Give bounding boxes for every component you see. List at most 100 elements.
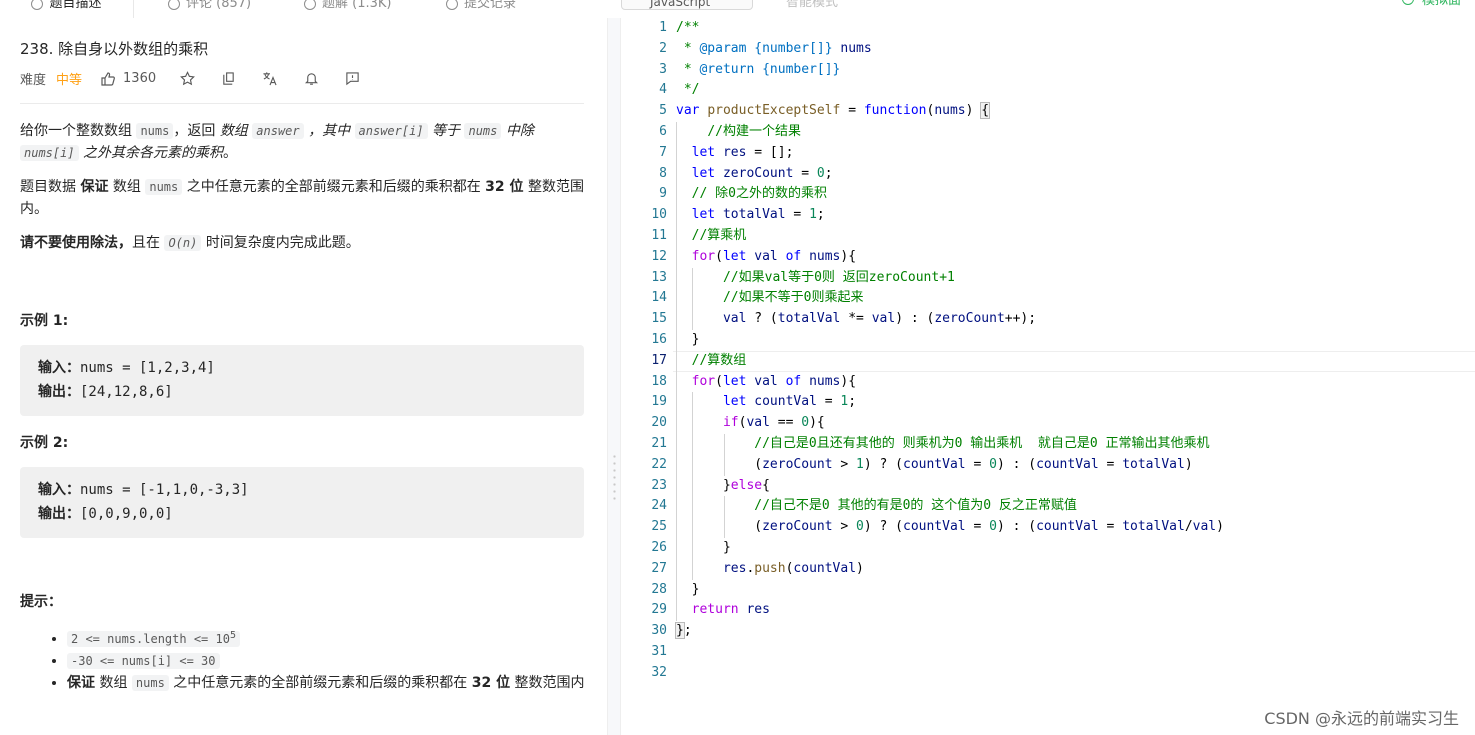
line-number: 5 (659, 103, 667, 119)
pane-splitter[interactable] (607, 18, 621, 735)
feedback-button[interactable] (345, 71, 360, 86)
line-number: 23 (651, 477, 667, 493)
text: 32 位 (485, 179, 524, 195)
code-line: let res = []; (676, 142, 1466, 164)
text: 数组 (99, 675, 128, 691)
input-label: 输入： (38, 482, 80, 498)
tab-solutions[interactable]: 题解 (1.3K) (304, 0, 391, 17)
hint-text: 2 <= nums.length <= 10 (71, 632, 230, 646)
tab-submissions[interactable]: 提交记录 (446, 0, 516, 17)
input-value: nums = [1,2,3,4] (80, 360, 215, 376)
star-icon (180, 71, 196, 86)
line-number-current: 17 (651, 352, 667, 368)
mode-select-label: 智能模式 (786, 0, 839, 10)
line-number: 16 (651, 331, 667, 347)
line-number: 3 (659, 61, 667, 77)
hint-item: 保证 数组 nums 之中任意元素的全部前缀元素和后缀的乘积都在 32 位 整数… (67, 673, 586, 694)
inline-code: O(n) (164, 235, 202, 251)
code-line: let countVal = 1; (676, 392, 1466, 414)
code-line: //自己是0且还有其他的 则乘机为0 输出乘机 就自己是0 正常输出其他乘机 (676, 433, 1466, 455)
code-line: // 除0之外的数的乘积 (676, 184, 1466, 206)
inline-code: nums (136, 123, 174, 139)
text: 题目数据 (20, 179, 76, 195)
example-1-box: 输入：nums = [1,2,3,4] 输出：[24,12,8,6] (20, 345, 584, 416)
line-number: 20 (651, 415, 667, 431)
tab-comments[interactable]: 评论 (857) (168, 0, 251, 17)
code-line: let zeroCount = 0; (676, 163, 1466, 185)
language-select[interactable]: JavaScript (621, 0, 753, 10)
solution-icon (304, 0, 316, 10)
inline-code: -30 <= nums[i] <= 30 (67, 653, 220, 669)
output-value: [24,12,8,6] (80, 384, 173, 400)
line-number: 13 (651, 269, 667, 285)
code-editor[interactable]: 1 2 3 4 5 6 7 8 9 10 11 12 13 14 15 16 1… (621, 18, 1475, 735)
text: 保证 (67, 675, 95, 691)
problem-description-pane: 238. 除自身以外数组的乘积 难度 中等 1360 给你一个整数数组 nums… (0, 18, 607, 735)
line-number: 2 (659, 40, 667, 56)
text: 数组 (112, 179, 141, 195)
line-number: 1 (659, 20, 667, 35)
line-number: 8 (659, 165, 667, 181)
watermark: CSDN @永远的前端实习生 (1264, 709, 1459, 728)
line-number: 27 (651, 560, 667, 576)
share-icon (223, 72, 234, 85)
input-value: nums = [-1,1,0,-3,3] (80, 482, 249, 498)
code-line: //自己不是0 其他的有是0的 这个值为0 反之正常赋值 (676, 496, 1466, 518)
text: 。 (223, 145, 238, 161)
mode-select[interactable]: 智能模式 (786, 0, 838, 10)
drag-handle-icon[interactable] (613, 453, 616, 503)
like-count: 1360 (123, 71, 157, 86)
line-number: 22 (651, 456, 667, 472)
text: ，其中 (308, 123, 351, 139)
code-line: */ (676, 82, 700, 98)
code-line: }; (675, 622, 692, 640)
tab-description-label: 题目描述 (49, 0, 102, 11)
text: 保证 (80, 179, 109, 195)
input-label: 输入： (38, 360, 80, 376)
code-line: } (676, 537, 1466, 559)
code-line: return res (676, 600, 1466, 622)
text: 等于 (432, 123, 461, 139)
share-button[interactable] (221, 71, 236, 86)
code-line: let totalVal = 1; (676, 205, 1466, 226)
code-line: var productExceptSelf = function(nums) { (676, 102, 991, 120)
code-line: }else{ (676, 475, 1466, 497)
mock-interview-button[interactable]: 模拟面 (1402, 0, 1461, 8)
code-text-area[interactable]: /** * @param {number[]} nums * @return {… (673, 18, 1475, 684)
line-number: 9 (659, 186, 667, 202)
problem-meta-bar: 难度 中等 1360 (20, 69, 386, 88)
thumbs-up-icon (101, 71, 115, 86)
line-number: 19 (651, 394, 667, 410)
output-value: [0,0,9,0,0] (80, 506, 173, 522)
code-line: * @return {number[]} (676, 61, 841, 77)
code-line: //如果不等于0则乘起来 (676, 288, 1466, 310)
example-2-title: 示例 2: (20, 435, 69, 451)
like-button[interactable]: 1360 (100, 71, 156, 87)
tab-solutions-label: 题解 (1.3K) (322, 0, 392, 11)
text: 32 位 (471, 675, 511, 691)
tab-submissions-label: 提交记录 (464, 0, 517, 11)
text: ，返回 (173, 123, 216, 139)
inline-code: nums (145, 179, 183, 195)
subscribe-button[interactable] (304, 71, 319, 86)
code-line: val ? (totalVal *= val) : (zeroCount++); (676, 309, 1466, 330)
text: 整数范围内 (514, 675, 585, 691)
code-line: for(let val of nums){ (676, 246, 1466, 268)
tab-description[interactable]: 题目描述 (0, 0, 133, 17)
line-number: 6 (659, 123, 667, 139)
favorite-button[interactable] (180, 71, 196, 86)
output-label: 输出： (38, 506, 80, 522)
code-line: } (676, 579, 1466, 601)
line-number: 18 (651, 373, 667, 389)
translate-button[interactable] (262, 71, 278, 86)
example-1-title: 示例 1: (20, 313, 69, 329)
hints-title: 提示： (20, 594, 62, 610)
line-number: 24 (651, 498, 667, 514)
text: 中除 (505, 123, 534, 139)
statement-paragraph-2: 题目数据 保证 数组 nums 之中任意元素的全部前缀元素和后缀的乘积都在 32… (20, 176, 586, 220)
line-number: 31 (651, 643, 667, 659)
history-icon (446, 0, 458, 10)
line-number: 12 (651, 248, 667, 264)
